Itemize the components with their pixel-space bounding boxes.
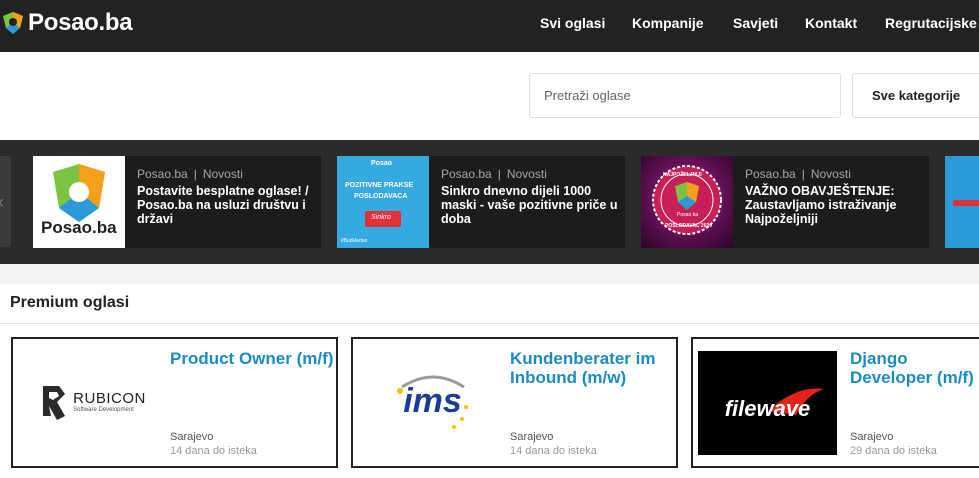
- badge-icon: [652, 165, 722, 235]
- section-spacer: [0, 264, 979, 284]
- news-carousel: ‹ Posao.ba Posao.ba|Novosti Postavite be…: [0, 140, 979, 264]
- news-title[interactable]: VAŽNO OBAVJEŠTENJE: Zaustavljamo istraži…: [745, 184, 925, 226]
- partial-red-bar: [953, 200, 979, 206]
- news-thumb-top: NAJPOŽELJNIJI: [663, 172, 702, 178]
- ims-wordmark: ims: [403, 382, 462, 420]
- news-category: Novosti: [506, 167, 547, 181]
- company-logo-ims: ims: [363, 349, 502, 454]
- category-select[interactable]: Sve kategorije: [852, 73, 979, 118]
- nav-kompanije[interactable]: Kompanije: [632, 15, 704, 31]
- news-meta: Posao.ba | Novosti: [441, 167, 547, 181]
- category-select-label: Sve kategorije: [872, 88, 961, 103]
- news-title[interactable]: Sinkro dnevno dijeli 1000 maski - vaše p…: [441, 184, 621, 226]
- job-expiry: 14 dana do isteka: [510, 445, 597, 457]
- job-location: Sarajevo: [170, 431, 214, 443]
- company-logo-rubicon: RUBICON Software Development: [23, 349, 162, 454]
- job-title[interactable]: Django Developer (m/f): [850, 349, 979, 387]
- news-thumb-sinkro: Sinkro: [371, 214, 391, 221]
- news-thumb-brand: Posao: [371, 160, 393, 167]
- nav-svi-oglasi[interactable]: Svi oglasi: [540, 15, 605, 31]
- search-input[interactable]: [529, 73, 841, 118]
- job-card[interactable]: ims Kundenberater im Inbound (m/w) Saraj…: [351, 337, 678, 468]
- chevron-left-icon: ‹: [0, 192, 4, 213]
- news-thumb-line1: POZITIVNE PRAKSE: [345, 182, 414, 189]
- rubicon-sub: Software Development: [73, 407, 134, 413]
- news-thumb-center: Posao.ba: [677, 212, 699, 218]
- carousel-prev-button[interactable]: ‹: [0, 156, 11, 247]
- news-thumbnail: NAJPOŽELJNIJI Posao.ba POSLODAVAC 2020: [641, 156, 733, 248]
- sinkro-box: Sinkro: [365, 211, 401, 227]
- rubicon-name: RUBICON: [73, 390, 146, 407]
- job-card[interactable]: RUBICON Software Development Product Own…: [11, 337, 338, 468]
- news-thumb-bottom: POSLODAVAC 2020: [665, 223, 713, 229]
- news-thumb-tag: #BuđiJedan: [341, 238, 368, 244]
- news-source: Posao.ba: [441, 167, 492, 181]
- job-expiry: 29 dana do isteka: [850, 445, 937, 457]
- filewave-wordmark: filewave: [724, 396, 811, 421]
- divider: [0, 323, 979, 324]
- news-source: Posao.ba: [745, 167, 796, 181]
- job-card[interactable]: filewave Django Developer (m/f) Sarajevo…: [691, 337, 979, 468]
- news-title[interactable]: Postavite besplatne oglase! / Posao.ba n…: [137, 184, 317, 226]
- news-meta: Posao.ba | Novosti: [745, 167, 851, 181]
- main-nav: Svi oglasi Kompanije Savjeti Kontakt Reg…: [0, 15, 979, 35]
- news-meta: Posao.ba | Novosti: [137, 167, 243, 181]
- job-expiry: 14 dana do isteka: [170, 445, 257, 457]
- company-logo-filewave: filewave: [698, 351, 837, 455]
- news-card-partial[interactable]: [945, 156, 979, 248]
- news-thumb-text: Posao.ba: [41, 218, 117, 237]
- nav-savjeti[interactable]: Savjeti: [733, 15, 778, 31]
- nav-regrutacijske[interactable]: Regrutacijske: [885, 15, 977, 31]
- job-title[interactable]: Product Owner (m/f): [170, 349, 335, 368]
- nav-kontakt[interactable]: Kontakt: [805, 15, 857, 31]
- rubicon-mark-icon: [43, 385, 66, 420]
- top-navbar: Posao.ba Svi oglasi Kompanije Savjeti Ko…: [0, 0, 979, 52]
- rubicon-wordmark: RUBICON Software Development: [73, 390, 146, 413]
- news-category: Novosti: [202, 167, 243, 181]
- news-category: Novosti: [810, 167, 851, 181]
- premium-section-title: Premium oglasi: [10, 294, 130, 311]
- news-card[interactable]: Posao POZITIVNE PRAKSE POSLODAVACA Sinkr…: [337, 156, 625, 248]
- news-thumbnail: Posao POZITIVNE PRAKSE POSLODAVACA Sinkr…: [337, 156, 429, 248]
- news-card[interactable]: Posao.ba Posao.ba | Novosti Postavite besp…: [33, 156, 321, 248]
- job-location: Sarajevo: [510, 431, 554, 443]
- news-source: Posao.ba: [137, 167, 188, 181]
- news-thumb-line2: POSLODAVACA: [354, 193, 408, 200]
- job-title[interactable]: Kundenberater im Inbound (m/w): [510, 349, 675, 387]
- news-card[interactable]: NAJPOŽELJNIJI Posao.ba POSLODAVAC 2020 P…: [641, 156, 929, 248]
- news-thumbnail: Posao.ba: [33, 156, 125, 248]
- job-location: Sarajevo: [850, 431, 894, 443]
